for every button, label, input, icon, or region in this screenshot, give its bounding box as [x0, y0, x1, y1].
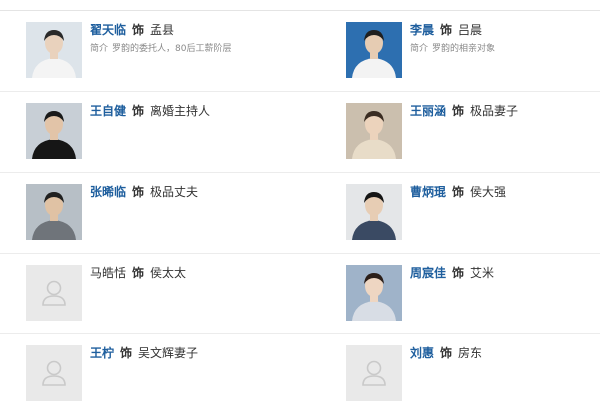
cast-member-card: 马皓恬饰侯太太 — [26, 265, 286, 327]
summary-label: 简介 — [410, 44, 429, 54]
row-divider — [0, 91, 600, 92]
cast-info: 张晞临饰极品丈夫 — [90, 184, 280, 200]
cast-line: 翟天临饰孟县 — [90, 22, 280, 38]
role-name: 吕晨 — [458, 23, 483, 37]
cast-line: 刘惠饰房东 — [410, 345, 600, 361]
actor-portrait-photo[interactable] — [346, 265, 402, 321]
photo-frame — [26, 265, 82, 321]
actor-portrait-photo[interactable] — [26, 22, 82, 78]
row-divider — [0, 172, 600, 173]
role-summary: 简介 罗韵的委托人，80后工薪阶层 — [90, 42, 280, 56]
as-connector: 饰 — [452, 185, 465, 199]
cast-info: 马皓恬饰侯太太 — [90, 265, 280, 281]
cast-info: 李晨饰吕晨简介 罗韵的相亲对象 — [410, 22, 600, 56]
cast-info: 周宸佳饰艾米 — [410, 265, 600, 281]
photo-frame — [26, 184, 82, 240]
top-divider — [0, 10, 600, 11]
role-name: 极品丈夫 — [150, 185, 199, 199]
summary-text: 罗韵的相亲对象 — [432, 44, 496, 54]
cast-info: 王柠饰吴文辉妻子 — [90, 345, 280, 361]
cast-line: 曹炳琨饰侯大强 — [410, 184, 600, 200]
cast-member-card: 张晞临饰极品丈夫 — [26, 184, 286, 246]
as-connector: 饰 — [452, 104, 465, 118]
photo-frame — [26, 22, 82, 78]
cast-line: 李晨饰吕晨 — [410, 22, 600, 38]
cast-member-card: 刘惠饰房东 — [346, 345, 600, 407]
role-name: 艾米 — [470, 266, 495, 280]
cast-member-card: 王自健饰离婚主持人 — [26, 103, 286, 165]
summary-text: 罗韵的委托人，80后工薪阶层 — [112, 44, 232, 54]
cast-line: 王丽涵饰极品妻子 — [410, 103, 600, 119]
actor-portrait-photo[interactable] — [26, 103, 82, 159]
cast-line: 张晞临饰极品丈夫 — [90, 184, 280, 200]
photo-frame — [26, 345, 82, 401]
role-summary: 简介 罗韵的相亲对象 — [410, 42, 600, 56]
cast-info: 王自健饰离婚主持人 — [90, 103, 280, 119]
actor-portrait-photo[interactable] — [346, 184, 402, 240]
as-connector: 饰 — [132, 23, 145, 37]
cast-line: 马皓恬饰侯太太 — [90, 265, 280, 281]
as-connector: 饰 — [132, 104, 145, 118]
as-connector: 饰 — [132, 266, 145, 280]
photo-frame — [346, 184, 402, 240]
role-name: 侯大强 — [470, 185, 507, 199]
cast-info: 翟天临饰孟县 简介 罗韵的委托人，80后工薪阶层 — [90, 22, 280, 56]
role-name: 极品妻子 — [470, 104, 519, 118]
placeholder-avatar-icon — [346, 345, 402, 401]
role-name: 孟县 — [150, 23, 175, 37]
actor-portrait-photo[interactable] — [346, 22, 402, 78]
cast-line: 周宸佳饰艾米 — [410, 265, 600, 281]
actor-name-link[interactable]: 李晨 — [410, 23, 434, 37]
actor-portrait-photo[interactable] — [346, 103, 402, 159]
role-name: 吴文辉妻子 — [138, 346, 199, 360]
cast-member-card: 王柠饰吴文辉妻子 — [26, 345, 286, 407]
actor-name-link[interactable]: 曹炳琨 — [410, 185, 446, 199]
as-connector: 饰 — [440, 23, 453, 37]
cast-member-card: 李晨饰吕晨简介 罗韵的相亲对象 — [346, 22, 600, 84]
cast-info: 曹炳琨饰侯大强 — [410, 184, 600, 200]
cast-member-card: 王丽涵饰极品妻子 — [346, 103, 600, 165]
cast-member-card: 周宸佳饰艾米 — [346, 265, 600, 327]
as-connector: 饰 — [120, 346, 133, 360]
cast-member-card: 曹炳琨饰侯大强 — [346, 184, 600, 246]
row-divider — [0, 333, 600, 334]
as-connector: 饰 — [452, 266, 465, 280]
cast-info: 王丽涵饰极品妻子 — [410, 103, 600, 119]
photo-frame — [26, 103, 82, 159]
role-name: 离婚主持人 — [150, 104, 211, 118]
cast-member-card: 翟天临饰孟县 简介 罗韵的委托人，80后工薪阶层 — [26, 22, 286, 84]
actor-name-link[interactable]: 王丽涵 — [410, 104, 446, 118]
summary-label: 简介 — [90, 44, 109, 54]
cast-line: 王柠饰吴文辉妻子 — [90, 345, 280, 361]
actor-name-link[interactable]: 王自健 — [90, 104, 126, 118]
actor-name-link: 马皓恬 — [90, 266, 127, 280]
actor-portrait-photo[interactable] — [26, 184, 82, 240]
cast-line: 王自健饰离婚主持人 — [90, 103, 280, 119]
actor-name-link[interactable]: 翟天临 — [90, 23, 126, 37]
placeholder-avatar-icon — [26, 265, 82, 321]
row-divider — [0, 253, 600, 254]
photo-frame — [346, 103, 402, 159]
placeholder-avatar-icon — [26, 345, 82, 401]
as-connector: 饰 — [440, 346, 453, 360]
role-name: 侯太太 — [150, 266, 187, 280]
photo-frame — [346, 265, 402, 321]
actor-name-link[interactable]: 周宸佳 — [410, 266, 446, 280]
actor-name-link[interactable]: 张晞临 — [90, 185, 126, 199]
role-name: 房东 — [458, 346, 483, 360]
photo-frame — [346, 22, 402, 78]
actor-name-link[interactable]: 刘惠 — [410, 346, 434, 360]
photo-frame — [346, 345, 402, 401]
actor-name-link[interactable]: 王柠 — [90, 346, 114, 360]
cast-info: 刘惠饰房东 — [410, 345, 600, 361]
as-connector: 饰 — [132, 185, 145, 199]
